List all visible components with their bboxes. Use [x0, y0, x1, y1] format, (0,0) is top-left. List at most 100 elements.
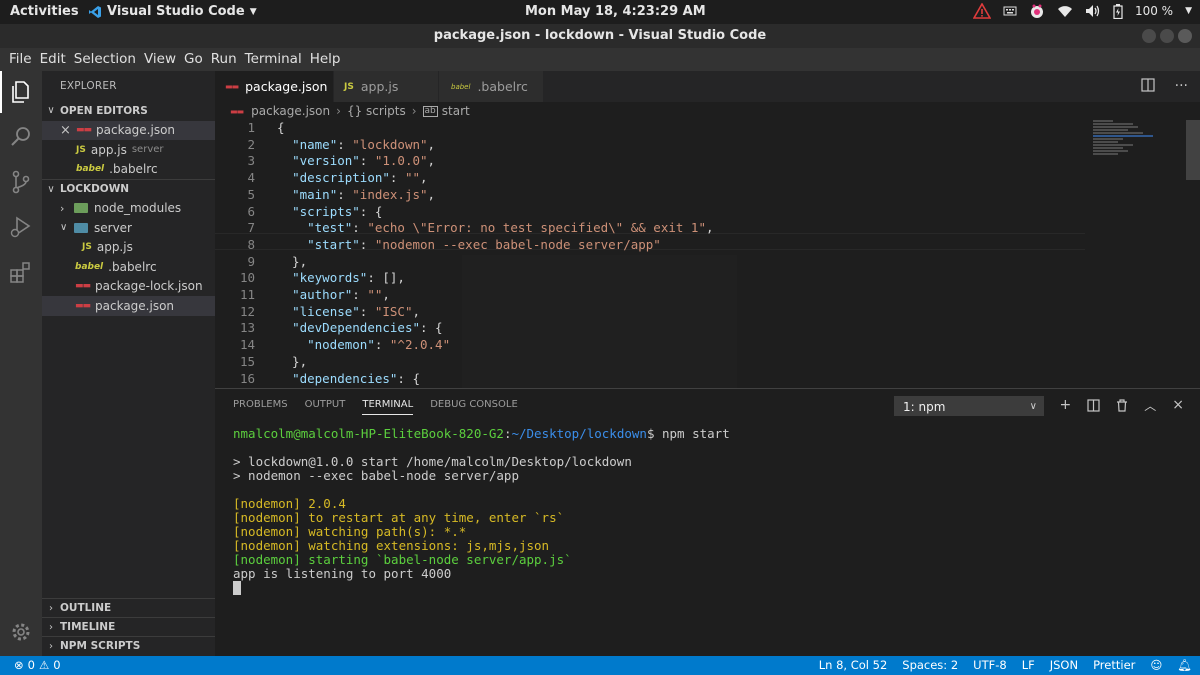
new-terminal-icon[interactable]: +	[1060, 397, 1072, 414]
chevron-right-icon: ›	[49, 640, 53, 652]
menu-go[interactable]: Go	[180, 48, 207, 71]
battery-icon[interactable]	[1113, 3, 1123, 19]
feedback-icon[interactable]: ☺	[1150, 658, 1162, 672]
volume-icon[interactable]	[1085, 4, 1101, 18]
source-control-icon[interactable]	[8, 169, 34, 195]
cursor-position[interactable]: Ln 8, Col 52	[819, 658, 888, 672]
breadcrumb-file[interactable]: package.json	[251, 104, 330, 118]
search-icon[interactable]	[8, 124, 34, 150]
node-folder-icon	[74, 203, 88, 214]
code-line: "devDependencies": {	[292, 320, 443, 336]
editor-scrollbar[interactable]	[1186, 120, 1200, 180]
tab-app-js[interactable]: JS app.js	[334, 71, 438, 102]
error-count: 0	[27, 658, 35, 672]
formatter[interactable]: Prettier	[1093, 658, 1135, 672]
json-file-icon: ▬▬	[75, 300, 91, 311]
close-panel-icon[interactable]: ×	[1172, 397, 1184, 414]
maximize-button[interactable]	[1160, 29, 1174, 43]
open-editors-label: OPEN EDITORS	[60, 104, 148, 117]
app-menu[interactable]: Visual Studio Code ▼	[88, 4, 257, 19]
encoding[interactable]: UTF-8	[973, 658, 1007, 672]
terminal-line: app is listening to port 4000	[233, 566, 452, 581]
menu-help[interactable]: Help	[306, 48, 345, 71]
menu-terminal[interactable]: Terminal	[241, 48, 306, 71]
babel-file-icon: babel	[76, 164, 105, 175]
tab-babelrc[interactable]: babel .babelrc	[439, 71, 543, 102]
chevron-right-icon: ›	[49, 602, 53, 614]
maximize-panel-icon[interactable]: ︿	[1144, 397, 1156, 414]
wifi-icon[interactable]	[1057, 4, 1073, 18]
tab-output[interactable]: OUTPUT	[305, 399, 346, 415]
open-editor-item[interactable]: babel .babelrc	[42, 160, 215, 180]
code-editor[interactable]: 1 2 3 4 5 6 7 8 9 10 11 12 13 14 15 16 { "name": "lockd…	[215, 120, 1200, 388]
terminal-output[interactable]: nmalcolm@malcolm-HP-EliteBook-820-G2:~/D…	[233, 427, 730, 595]
tree-item-label: package-lock.json	[95, 279, 203, 294]
open-editor-item[interactable]: × ▬▬ package.json	[42, 120, 215, 140]
clock[interactable]: Mon May 18, 4:23:29 AM	[525, 4, 706, 19]
tab-terminal[interactable]: TERMINAL	[362, 399, 414, 415]
run-debug-icon[interactable]	[8, 214, 34, 240]
tree-item-babelrc[interactable]: babel .babelrc	[42, 257, 215, 277]
system-menu-chevron-icon[interactable]: ▼	[1185, 6, 1192, 16]
more-actions-icon[interactable]: ···	[1175, 78, 1188, 94]
tree-item-app-js[interactable]: JS app.js	[42, 238, 215, 258]
open-editor-name: package.json	[96, 123, 176, 138]
faded-hover-popup	[462, 255, 737, 388]
open-editor-name: app.js	[90, 142, 127, 157]
outline-section[interactable]: › OUTLINE	[42, 598, 215, 617]
app-indicator-icon[interactable]	[1029, 3, 1045, 19]
indentation[interactable]: Spaces: 2	[902, 658, 958, 672]
menu-selection[interactable]: Selection	[70, 48, 140, 71]
minimize-button[interactable]	[1142, 29, 1156, 43]
line-number: 3	[247, 153, 255, 169]
breadcrumb-separator: ›	[336, 104, 341, 118]
split-terminal-icon[interactable]	[1087, 399, 1100, 412]
split-editor-icon[interactable]	[1141, 78, 1155, 92]
explorer-icon[interactable]	[8, 79, 34, 105]
tree-item-label: .babelrc	[108, 259, 157, 274]
open-editors-header[interactable]: ∨ OPEN EDITORS	[42, 101, 215, 120]
status-right: Ln 8, Col 52 Spaces: 2 UTF-8 LF JSON Pre…	[819, 658, 1192, 672]
minimap[interactable]	[1093, 120, 1183, 170]
tab-package-json[interactable]: ▬▬ package.json	[215, 71, 333, 102]
trash-icon[interactable]	[1116, 399, 1128, 412]
chevron-down-icon: ∨	[47, 183, 55, 195]
terminal-line: [nodemon] watching path(s): *.*	[233, 524, 467, 539]
warning-icon[interactable]	[972, 3, 991, 19]
close-button[interactable]	[1178, 29, 1192, 43]
line-ending[interactable]: LF	[1022, 658, 1035, 672]
activities-button[interactable]: Activities	[10, 4, 79, 19]
menu-edit[interactable]: Edit	[36, 48, 70, 71]
breadcrumb-start[interactable]: start	[442, 104, 470, 118]
tab-debug-console[interactable]: DEBUG CONSOLE	[430, 399, 518, 415]
tree-item-package-lock[interactable]: ▬▬ package-lock.json	[42, 277, 215, 297]
window-title-bar[interactable]: package.json - lockdown - Visual Studio …	[0, 24, 1200, 48]
open-editor-desc: server	[131, 144, 164, 156]
warning-icon: ⚠	[38, 658, 50, 672]
close-editor-icon[interactable]: ×	[60, 123, 72, 138]
bottom-panel: PROBLEMS OUTPUT TERMINAL DEBUG CONSOLE 1…	[215, 388, 1200, 656]
menu-view[interactable]: View	[140, 48, 180, 71]
timeline-section[interactable]: › TIMELINE	[42, 617, 215, 636]
bell-icon[interactable]: 🔔︎	[1177, 658, 1192, 672]
terminal-select[interactable]: 1: npm ∨	[894, 396, 1044, 416]
tree-item-server[interactable]: ∨ server	[42, 218, 215, 238]
prompt-command: $ npm start	[646, 426, 730, 441]
npm-scripts-section[interactable]: › NPM SCRIPTS	[42, 636, 215, 655]
explorer-sidebar: EXPLORER ∨ OPEN EDITORS × ▬▬ package.jso…	[42, 71, 215, 656]
language-mode[interactable]: JSON	[1050, 658, 1078, 672]
tab-label: package.json	[245, 79, 328, 94]
js-file-icon: JS	[82, 242, 92, 253]
extensions-icon[interactable]	[8, 259, 34, 285]
menu-run[interactable]: Run	[207, 48, 241, 71]
open-editor-item[interactable]: JS app.js server	[42, 140, 215, 160]
project-header[interactable]: ∨ LOCKDOWN	[42, 179, 215, 198]
settings-gear-icon[interactable]	[8, 619, 34, 645]
breadcrumb-scripts[interactable]: {} scripts	[347, 104, 406, 118]
tree-item-node-modules[interactable]: › node_modules	[42, 199, 215, 219]
tree-item-package-json[interactable]: ▬▬ package.json	[42, 296, 215, 316]
keyboard-icon[interactable]	[1003, 4, 1017, 18]
tab-problems[interactable]: PROBLEMS	[233, 399, 288, 415]
status-left[interactable]: ⊗ 0 ⚠ 0	[14, 658, 61, 672]
menu-file[interactable]: File	[5, 48, 36, 71]
